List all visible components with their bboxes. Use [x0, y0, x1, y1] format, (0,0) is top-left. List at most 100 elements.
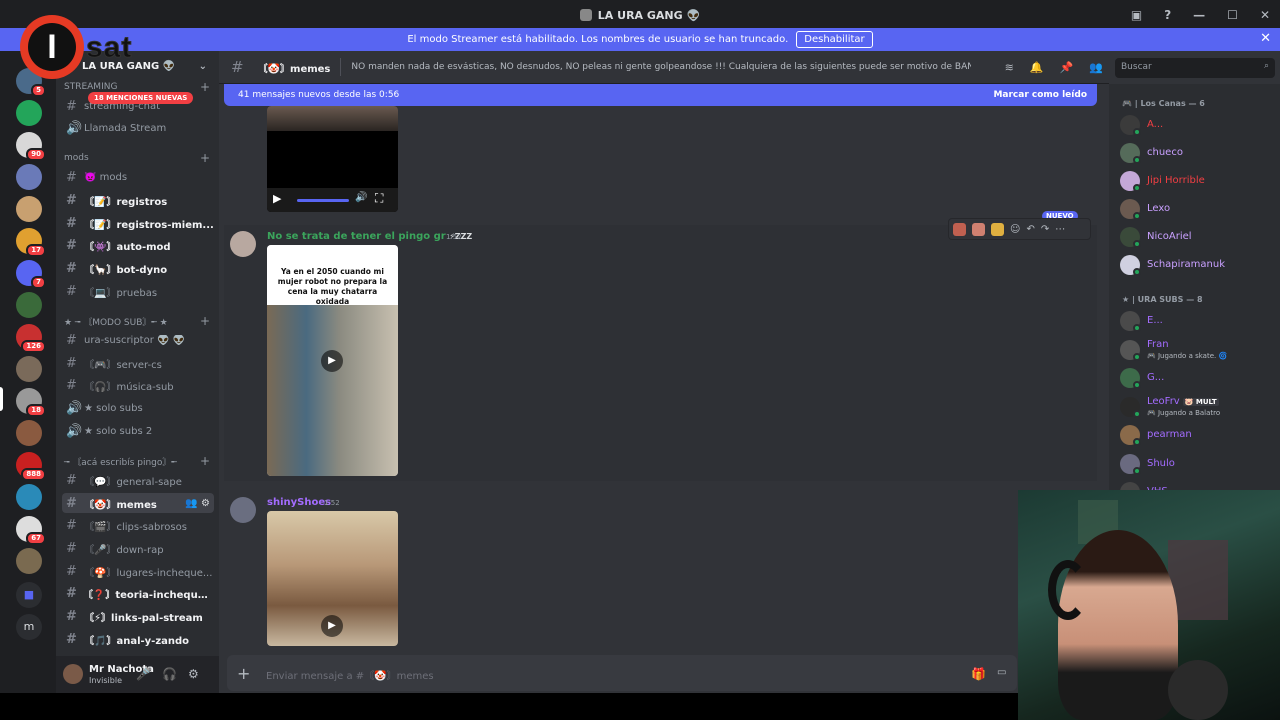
channel-clips-sabrosos[interactable]: # 〘🎬〙clips-sabrosos: [62, 515, 214, 535]
channel-lugares[interactable]: # 〘🍄〙lugares-incheque...: [62, 561, 214, 581]
channel-registros[interactable]: # 〘📝〙registros: [62, 190, 214, 210]
channel-down-rap[interactable]: # 〘🎤〙down-rap: [62, 538, 214, 558]
minimize-button[interactable]: —: [1193, 8, 1205, 22]
close-window-button[interactable]: ✕: [1260, 8, 1270, 22]
avatar[interactable]: [63, 664, 83, 684]
add-channel-icon[interactable]: +: [200, 454, 210, 468]
server-avatar[interactable]: [16, 100, 42, 126]
message-author[interactable]: shinyShoes: [267, 497, 331, 508]
channel-bot-dyno[interactable]: # 〘🦙〙bot-dyno: [62, 258, 214, 278]
threads-icon[interactable]: ≋: [1005, 61, 1014, 74]
channel-server-cs[interactable]: # 〘🎮〙server-cs: [62, 353, 214, 373]
add-channel-icon[interactable]: +: [200, 314, 210, 328]
channel-auto-mod[interactable]: # 〘👾〙auto-mod: [62, 235, 214, 255]
channel-teoria[interactable]: # 〘❓〙teoria-inchequea...: [62, 583, 214, 603]
add-attachment-icon[interactable]: +: [237, 664, 250, 683]
server-avatar[interactable]: 17: [16, 228, 46, 257]
reaction-icon[interactable]: [991, 222, 1004, 236]
channel-ura-suscriptor[interactable]: # ura-suscriptor 👽 👽: [62, 330, 214, 350]
server-avatar[interactable]: 90: [16, 132, 46, 161]
server-avatar[interactable]: 126: [16, 324, 46, 353]
category-aca-escribis[interactable]: ╼ 〘acá escribís pingo〙╾ +: [64, 453, 214, 469]
member-item[interactable]: Schapiramanuk: [1120, 254, 1280, 278]
avatar[interactable]: [230, 231, 256, 257]
reaction-icon[interactable]: [972, 222, 985, 236]
server-avatar[interactable]: [16, 292, 42, 318]
help-icon[interactable]: ?: [1164, 8, 1171, 22]
play-icon[interactable]: ▶: [321, 350, 343, 372]
inbox-icon[interactable]: ▣: [1131, 8, 1142, 22]
maximize-button[interactable]: ☐: [1227, 8, 1238, 22]
add-channel-icon[interactable]: +: [200, 80, 210, 94]
channel-general-sape[interactable]: # 〘💬〙general-sape: [62, 470, 214, 490]
server-avatar[interactable]: [16, 196, 42, 222]
server-avatar[interactable]: [16, 484, 42, 510]
folder-icon[interactable]: ■: [16, 582, 42, 608]
category-modo-sub[interactable]: ★ ╼ 〘MODO SUB〙╾ ★ +: [64, 313, 214, 329]
microphone-icon[interactable]: 🎤: [136, 667, 151, 681]
message-composer[interactable]: + Enviar mensaje a #〘🤡〙memes: [227, 655, 1017, 691]
members-icon[interactable]: 👥: [1089, 61, 1103, 74]
more-icon[interactable]: ⋯: [1055, 224, 1065, 235]
member-item[interactable]: E...: [1120, 310, 1280, 334]
new-messages-bar[interactable]: 41 mensajes nuevos desde las 0:56 Marcar…: [224, 84, 1097, 106]
channel-solo-subs[interactable]: 🔊 ★ solo subs: [62, 398, 214, 418]
message-input[interactable]: Enviar mensaje a #〘🤡〙memes: [266, 667, 434, 682]
play-icon[interactable]: ▶: [321, 615, 343, 637]
bell-icon[interactable]: 🔔: [1030, 61, 1044, 74]
message-author[interactable]: No se trata de tener el pingo gr ⚡ZZZ: [267, 231, 472, 242]
channel-solo-subs-2[interactable]: 🔊 ★ solo subs 2: [62, 421, 214, 441]
gift-icon[interactable]: 🎁: [971, 667, 986, 681]
forward-icon[interactable]: ↷: [1041, 224, 1049, 235]
server-avatar[interactable]: 67: [16, 516, 46, 545]
disable-streamer-button[interactable]: Deshabilitar: [796, 31, 873, 48]
server-letter-icon[interactable]: m: [16, 614, 42, 640]
channel-musica-sub[interactable]: # 〘🎧〙música-sub: [62, 375, 214, 395]
reaction-icon[interactable]: [953, 222, 966, 236]
member-item[interactable]: Fran 🎮 Jugando a skate. 🌀: [1120, 339, 1280, 363]
member-item[interactable]: G...: [1120, 367, 1280, 391]
search-input[interactable]: Buscar ⌕: [1115, 58, 1275, 78]
pin-icon[interactable]: 📌: [1060, 61, 1074, 74]
category-mods[interactable]: mods +: [64, 150, 214, 166]
volume-icon[interactable]: 🔊: [355, 192, 367, 203]
member-item[interactable]: NicoAriel: [1120, 226, 1280, 250]
mark-as-read-button[interactable]: Marcar como leído: [993, 90, 1087, 100]
channel-memes[interactable]: # 〘🤡〙memes 👥 ⚙: [62, 493, 214, 513]
member-item[interactable]: Shulo: [1120, 453, 1280, 477]
server-avatar[interactable]: 7: [16, 260, 46, 289]
channel-anal-y-zando[interactable]: # 〘🎵〙anal-y-zando: [62, 629, 214, 649]
gif-icon[interactable]: ▭: [997, 667, 1006, 678]
server-avatar[interactable]: [16, 356, 42, 382]
member-item[interactable]: pearman: [1120, 424, 1280, 448]
member-item[interactable]: LeoFrv 🐷 MULT 🎮 Jugando a Balatro: [1120, 396, 1280, 420]
member-item[interactable]: A...: [1120, 114, 1280, 138]
channel-registros-miem[interactable]: # 〘📝〙registros-miem...: [62, 213, 214, 233]
server-avatar[interactable]: [16, 548, 42, 574]
channel-links[interactable]: # 〘⚡〙links-pal-stream: [62, 606, 214, 626]
server-avatar[interactable]: [16, 164, 42, 190]
headphones-icon[interactable]: 🎧: [162, 667, 177, 681]
server-avatar[interactable]: [16, 420, 42, 446]
add-channel-icon[interactable]: +: [200, 151, 210, 165]
server-avatar[interactable]: 888: [16, 452, 46, 481]
video-attachment[interactable]: ▶ 🔊 ⛶: [267, 106, 398, 212]
fullscreen-icon[interactable]: ⛶: [375, 191, 383, 206]
gear-icon[interactable]: ⚙: [188, 667, 199, 681]
new-mentions-badge[interactable]: 18 MENCIONES NUEVAS: [88, 92, 194, 104]
server-avatar[interactable]: 18: [16, 388, 46, 417]
close-icon[interactable]: ✕: [1260, 31, 1271, 46]
channel-llamada-stream[interactable]: 🔊 Llamada Stream: [62, 118, 214, 138]
member-item[interactable]: Jipi Horrible: [1120, 170, 1280, 194]
avatar[interactable]: [230, 497, 256, 523]
channel-pruebas[interactable]: # 〘💻〙pruebas: [62, 281, 214, 301]
add-reaction-icon[interactable]: ☺: [1010, 224, 1020, 235]
channel-mods[interactable]: # 👿 mods: [62, 167, 214, 187]
play-icon[interactable]: ▶: [273, 192, 281, 205]
member-item[interactable]: chueco: [1120, 142, 1280, 166]
reply-icon[interactable]: ↶: [1026, 224, 1034, 235]
video-attachment[interactable]: ▶: [267, 511, 398, 646]
member-item[interactable]: Lexo: [1120, 198, 1280, 222]
volume-slider[interactable]: [297, 199, 349, 202]
video-attachment[interactable]: Ya en el 2050 cuando mi mujer robot no p…: [267, 245, 398, 476]
